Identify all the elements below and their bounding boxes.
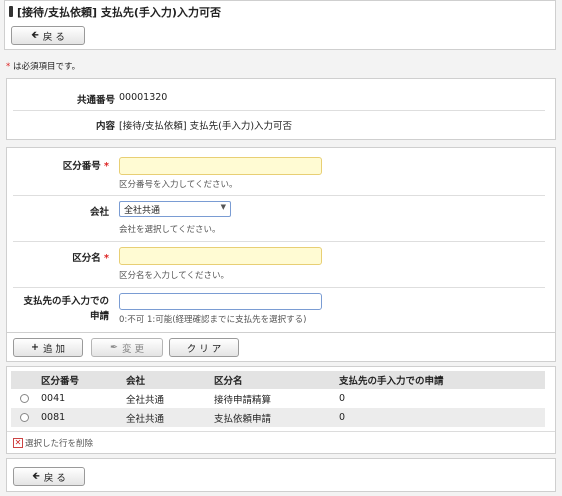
manual-entry-hint: 0:不可 1:可能(経理確認までに支払先を選択する) xyxy=(119,315,307,325)
table-cell: 接待申請精算 xyxy=(214,394,272,406)
divider xyxy=(7,332,555,333)
column-header: 会社 xyxy=(122,371,210,389)
select-column-header xyxy=(11,371,37,389)
content-value: [接待/支払依頼] 支払先(手入力)入力可否 xyxy=(119,121,293,132)
form-panel: 区分番号 * 区分番号を入力してください。 会社 全社共通 ▼ 会社を選択してく… xyxy=(6,147,556,362)
column-header: 区分番号 xyxy=(37,371,122,389)
category-no-input[interactable] xyxy=(119,157,322,175)
common-no-value: 00001320 xyxy=(119,92,168,103)
back-button-bottom[interactable]: 🡸 戻 る xyxy=(13,467,85,486)
table-cell: 支払依頼申請 xyxy=(210,408,335,427)
manual-entry-label: 支払先の手入力での 申請 xyxy=(23,296,109,322)
common-no-label: 共通番号 xyxy=(76,95,115,106)
arrow-left-icon: 🡸 xyxy=(31,29,39,41)
category-name-input[interactable] xyxy=(119,247,322,265)
table-cell: 全社共通 xyxy=(126,394,165,406)
change-button[interactable]: ✒ 変 更 xyxy=(91,338,163,357)
title-marker xyxy=(9,6,13,17)
table-row[interactable]: 0081 全社共通 支払依頼申請 0 xyxy=(11,408,545,427)
divider xyxy=(13,241,545,242)
company-hint: 会社を選択してください。 xyxy=(119,225,221,235)
divider xyxy=(13,110,545,111)
row-radio[interactable] xyxy=(19,413,29,422)
required-note: * は必須項目です。 xyxy=(6,62,81,72)
back-button-top[interactable]: 🡸 戻 る xyxy=(11,26,85,45)
column-header: 支払先の手入力での申請 xyxy=(335,371,545,389)
category-name-hint: 区分名を入力してください。 xyxy=(119,271,229,281)
category-no-hint: 区分番号を入力してください。 xyxy=(119,180,238,190)
pencil-icon: ✒ xyxy=(110,342,118,353)
table-cell: 0 xyxy=(335,408,545,427)
divider xyxy=(13,287,545,288)
required-asterisk: * xyxy=(6,62,11,72)
delete-x-icon: ✕ xyxy=(13,438,23,448)
column-header: 区分名 xyxy=(210,371,335,389)
table-cell: 0041 xyxy=(41,393,66,404)
category-name-label: 区分名 * xyxy=(72,253,109,264)
table-row[interactable]: 0041 全社共通 接待申請精算 0 xyxy=(11,389,545,408)
page-title: [接待/支払依頼] 支払先(手入力)入力可否 xyxy=(17,6,221,19)
content-label: 内容 xyxy=(95,121,115,132)
table-cell: 0081 xyxy=(37,408,122,427)
info-panel: 共通番号 00001320 内容 [接待/支払依頼] 支払先(手入力)入力可否 xyxy=(6,78,556,140)
header-panel: [接待/支払依頼] 支払先(手入力)入力可否 🡸 戻 る xyxy=(4,0,556,50)
manual-entry-input[interactable] xyxy=(119,293,322,310)
delete-selected-link[interactable]: ✕ 選択した行を削除 xyxy=(13,437,93,449)
divider xyxy=(13,195,545,196)
category-no-label: 区分番号 * xyxy=(62,161,109,172)
category-table: 区分番号 会社 区分名 支払先の手入力での申請 0041 全社共通 接待申請精算… xyxy=(11,371,545,427)
chevron-down-icon: ▼ xyxy=(220,203,226,211)
company-select[interactable]: 全社共通 ▼ xyxy=(119,201,231,217)
arrow-left-icon: 🡸 xyxy=(32,470,40,482)
table-cell: 0 xyxy=(339,393,346,404)
row-radio[interactable] xyxy=(19,394,29,403)
required-asterisk: * xyxy=(104,253,109,264)
divider xyxy=(7,431,555,432)
footer-panel: 🡸 戻 る xyxy=(6,458,556,492)
table-panel: 区分番号 会社 区分名 支払先の手入力での申請 0041 全社共通 接待申請精算… xyxy=(6,366,556,454)
table-header-row: 区分番号 会社 区分名 支払先の手入力での申請 xyxy=(11,371,545,389)
clear-button[interactable]: ク リ ア xyxy=(169,338,239,357)
company-label: 会社 xyxy=(89,207,109,218)
table-cell: 全社共通 xyxy=(122,408,210,427)
plus-icon: + xyxy=(31,342,39,353)
required-asterisk: * xyxy=(104,161,109,172)
add-button[interactable]: + 追 加 xyxy=(13,338,83,357)
